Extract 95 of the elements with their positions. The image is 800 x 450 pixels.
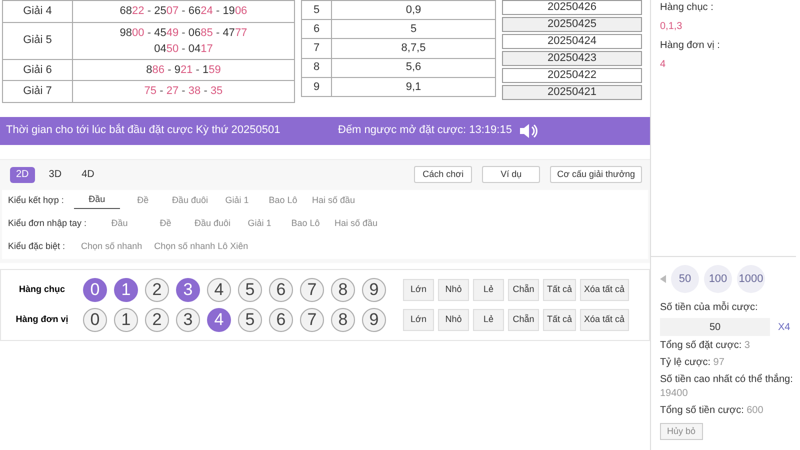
table-cell: 5 [332, 20, 496, 39]
table-cell: 9,1 [332, 77, 496, 96]
lottery-number: 159 [202, 64, 221, 76]
table-cell: 5 [302, 0, 332, 20]
chip-button[interactable]: 50 [671, 265, 699, 293]
chip-button[interactable]: 1000 [737, 265, 765, 293]
row-label: Hàng chục [18, 282, 66, 296]
lottery-number: 2507 [154, 5, 179, 18]
chip-button[interactable]: 100 [704, 265, 732, 293]
bet-type-option[interactable]: Đầu đuôi [166, 194, 214, 208]
quick-select-button[interactable]: Lẻ [473, 308, 504, 330]
lottery-number: 27 [166, 85, 179, 98]
bet-type-option[interactable]: Đầu [74, 193, 120, 209]
lottery-number: 886 [146, 64, 165, 76]
summary-text: Số tiền cao nhất có thể thắng: 19400 [660, 373, 794, 401]
game-tab[interactable]: 3D [42, 166, 68, 182]
bet-type-option[interactable]: Đề [120, 194, 166, 208]
lottery-number: 0450 [154, 42, 179, 54]
bet-type-option[interactable]: Đầu đuôi [188, 217, 236, 231]
quick-select-button[interactable]: Nhỏ [438, 308, 469, 330]
date-row[interactable]: 20250425 [502, 17, 642, 32]
date-row[interactable]: 20250424 [502, 34, 642, 49]
lottery-number: 6822 [120, 5, 144, 18]
table-cell: Giải 7 [2, 80, 72, 102]
pick-label: Hàng đơn vị : [660, 39, 721, 53]
table-cell: 5,6 [332, 58, 496, 78]
summary-text: Tổng số đặt cược: 3 [660, 339, 751, 353]
row-label: Hàng đơn vị [14, 312, 70, 326]
amount-input[interactable]: 50 [660, 318, 770, 336]
lottery-number: 75 [144, 85, 157, 98]
row-label: Kiểu đơn nhập tay : [8, 217, 86, 230]
quick-select-button[interactable]: Lớn [403, 308, 434, 330]
pick-value: 0,1,3 [660, 20, 684, 34]
table-cell: 75 - 27 - 38 - 35 [72, 80, 294, 102]
bet-type-option[interactable]: Bao Lô [260, 194, 306, 208]
table-cell: 9 [302, 77, 332, 96]
info-button[interactable]: Cách chơi [414, 166, 472, 183]
bet-type-option[interactable]: Chọn số nhanh [75, 240, 148, 254]
quick-select-button[interactable]: Lẻ [473, 278, 504, 300]
bet-type-option[interactable]: Hai số đầu [306, 194, 361, 208]
lottery-number: 35 [210, 85, 223, 98]
bet-type-option[interactable]: Bao Lô [282, 217, 328, 231]
quick-select-button[interactable]: Xóa tất cả [580, 278, 629, 300]
quick-select-button[interactable]: Tất cả [543, 278, 576, 300]
quick-select-button[interactable]: Chẵn [508, 308, 539, 330]
lottery-number: 38 [188, 85, 201, 98]
pick-label: Hàng chục : [660, 1, 714, 15]
bet-type-option[interactable]: Giải 1 [236, 217, 282, 231]
quick-select-button[interactable]: Xóa tất cả [580, 308, 629, 330]
quick-select-button[interactable]: Chẵn [508, 278, 539, 300]
table-cell: 9800 - 4549 - 0685 - 4777 0450 - 0417 [72, 22, 294, 59]
amount-label: Số tiền của mỗi cược: [660, 300, 759, 315]
table-cell: Giải 5 [2, 22, 72, 59]
bet-type-option[interactable]: Giải 1 [214, 194, 260, 208]
game-tab[interactable]: 2D [10, 166, 35, 182]
bet-type-option[interactable]: Đề [142, 217, 188, 231]
lottery-number: 4549 [154, 26, 179, 38]
date-row[interactable]: 20250426 [502, 0, 642, 15]
quick-select-button[interactable]: Nhỏ [438, 278, 469, 300]
multiplier-text: X4 [778, 320, 790, 334]
quick-select-button[interactable]: Tất cả [543, 308, 576, 330]
table-cell: Giải 4 [2, 0, 72, 22]
lottery-number: 1906 [222, 5, 248, 18]
quick-select-button[interactable]: Lớn [403, 278, 434, 300]
lottery-number: 0685 [188, 26, 213, 38]
countdown-text: Đếm ngược mở đặt cược: 13:19:15 [338, 123, 512, 138]
game-tab[interactable]: 4D [76, 166, 100, 182]
info-button[interactable]: Cơ cấu giải thưởng [550, 166, 642, 183]
bet-type-option[interactable]: Hai số đầu [328, 217, 384, 231]
lottery-number: 0417 [188, 42, 213, 54]
bet-type-option[interactable]: Đầu [96, 217, 142, 231]
speaker-icon[interactable] [518, 122, 538, 140]
pick-value: 4 [660, 58, 667, 72]
table-cell: 0,9 [332, 0, 496, 20]
table-cell: 6822 - 2507 - 6624 - 1906 [72, 0, 294, 22]
lottery-number: 9800 [120, 26, 144, 38]
date-row[interactable]: 20250422 [502, 68, 642, 83]
date-row[interactable]: 20250421 [502, 85, 642, 100]
table-cell: Giải 6 [2, 59, 72, 80]
summary-text: Tỷ lệ cược: 97 [660, 356, 726, 370]
summary-text: Tổng số tiền cược: 600 [660, 404, 764, 418]
lottery-number: 6624 [188, 5, 213, 18]
bet-type-option[interactable]: Chọn số nhanh Lô Xiên [148, 240, 254, 254]
lottery-number: 4777 [222, 26, 248, 38]
row-label: Kiểu đặc biệt : [8, 240, 66, 254]
lottery-number: 921 [174, 64, 193, 76]
row-label: Kiểu kết hợp : [8, 194, 64, 208]
table-cell: 8,7,5 [332, 38, 496, 58]
date-row[interactable]: 20250423 [502, 51, 642, 66]
table-cell: 6 [302, 20, 332, 39]
table-cell: 7 [302, 38, 332, 58]
period-text: Thời gian cho tới lúc bắt đầu đặt cược Kỳ thứ 20250501 [6, 122, 282, 138]
table-cell: 886 - 921 - 159 [72, 59, 294, 80]
info-button[interactable]: Ví dụ [482, 166, 540, 183]
table-cell: 8 [302, 58, 332, 78]
